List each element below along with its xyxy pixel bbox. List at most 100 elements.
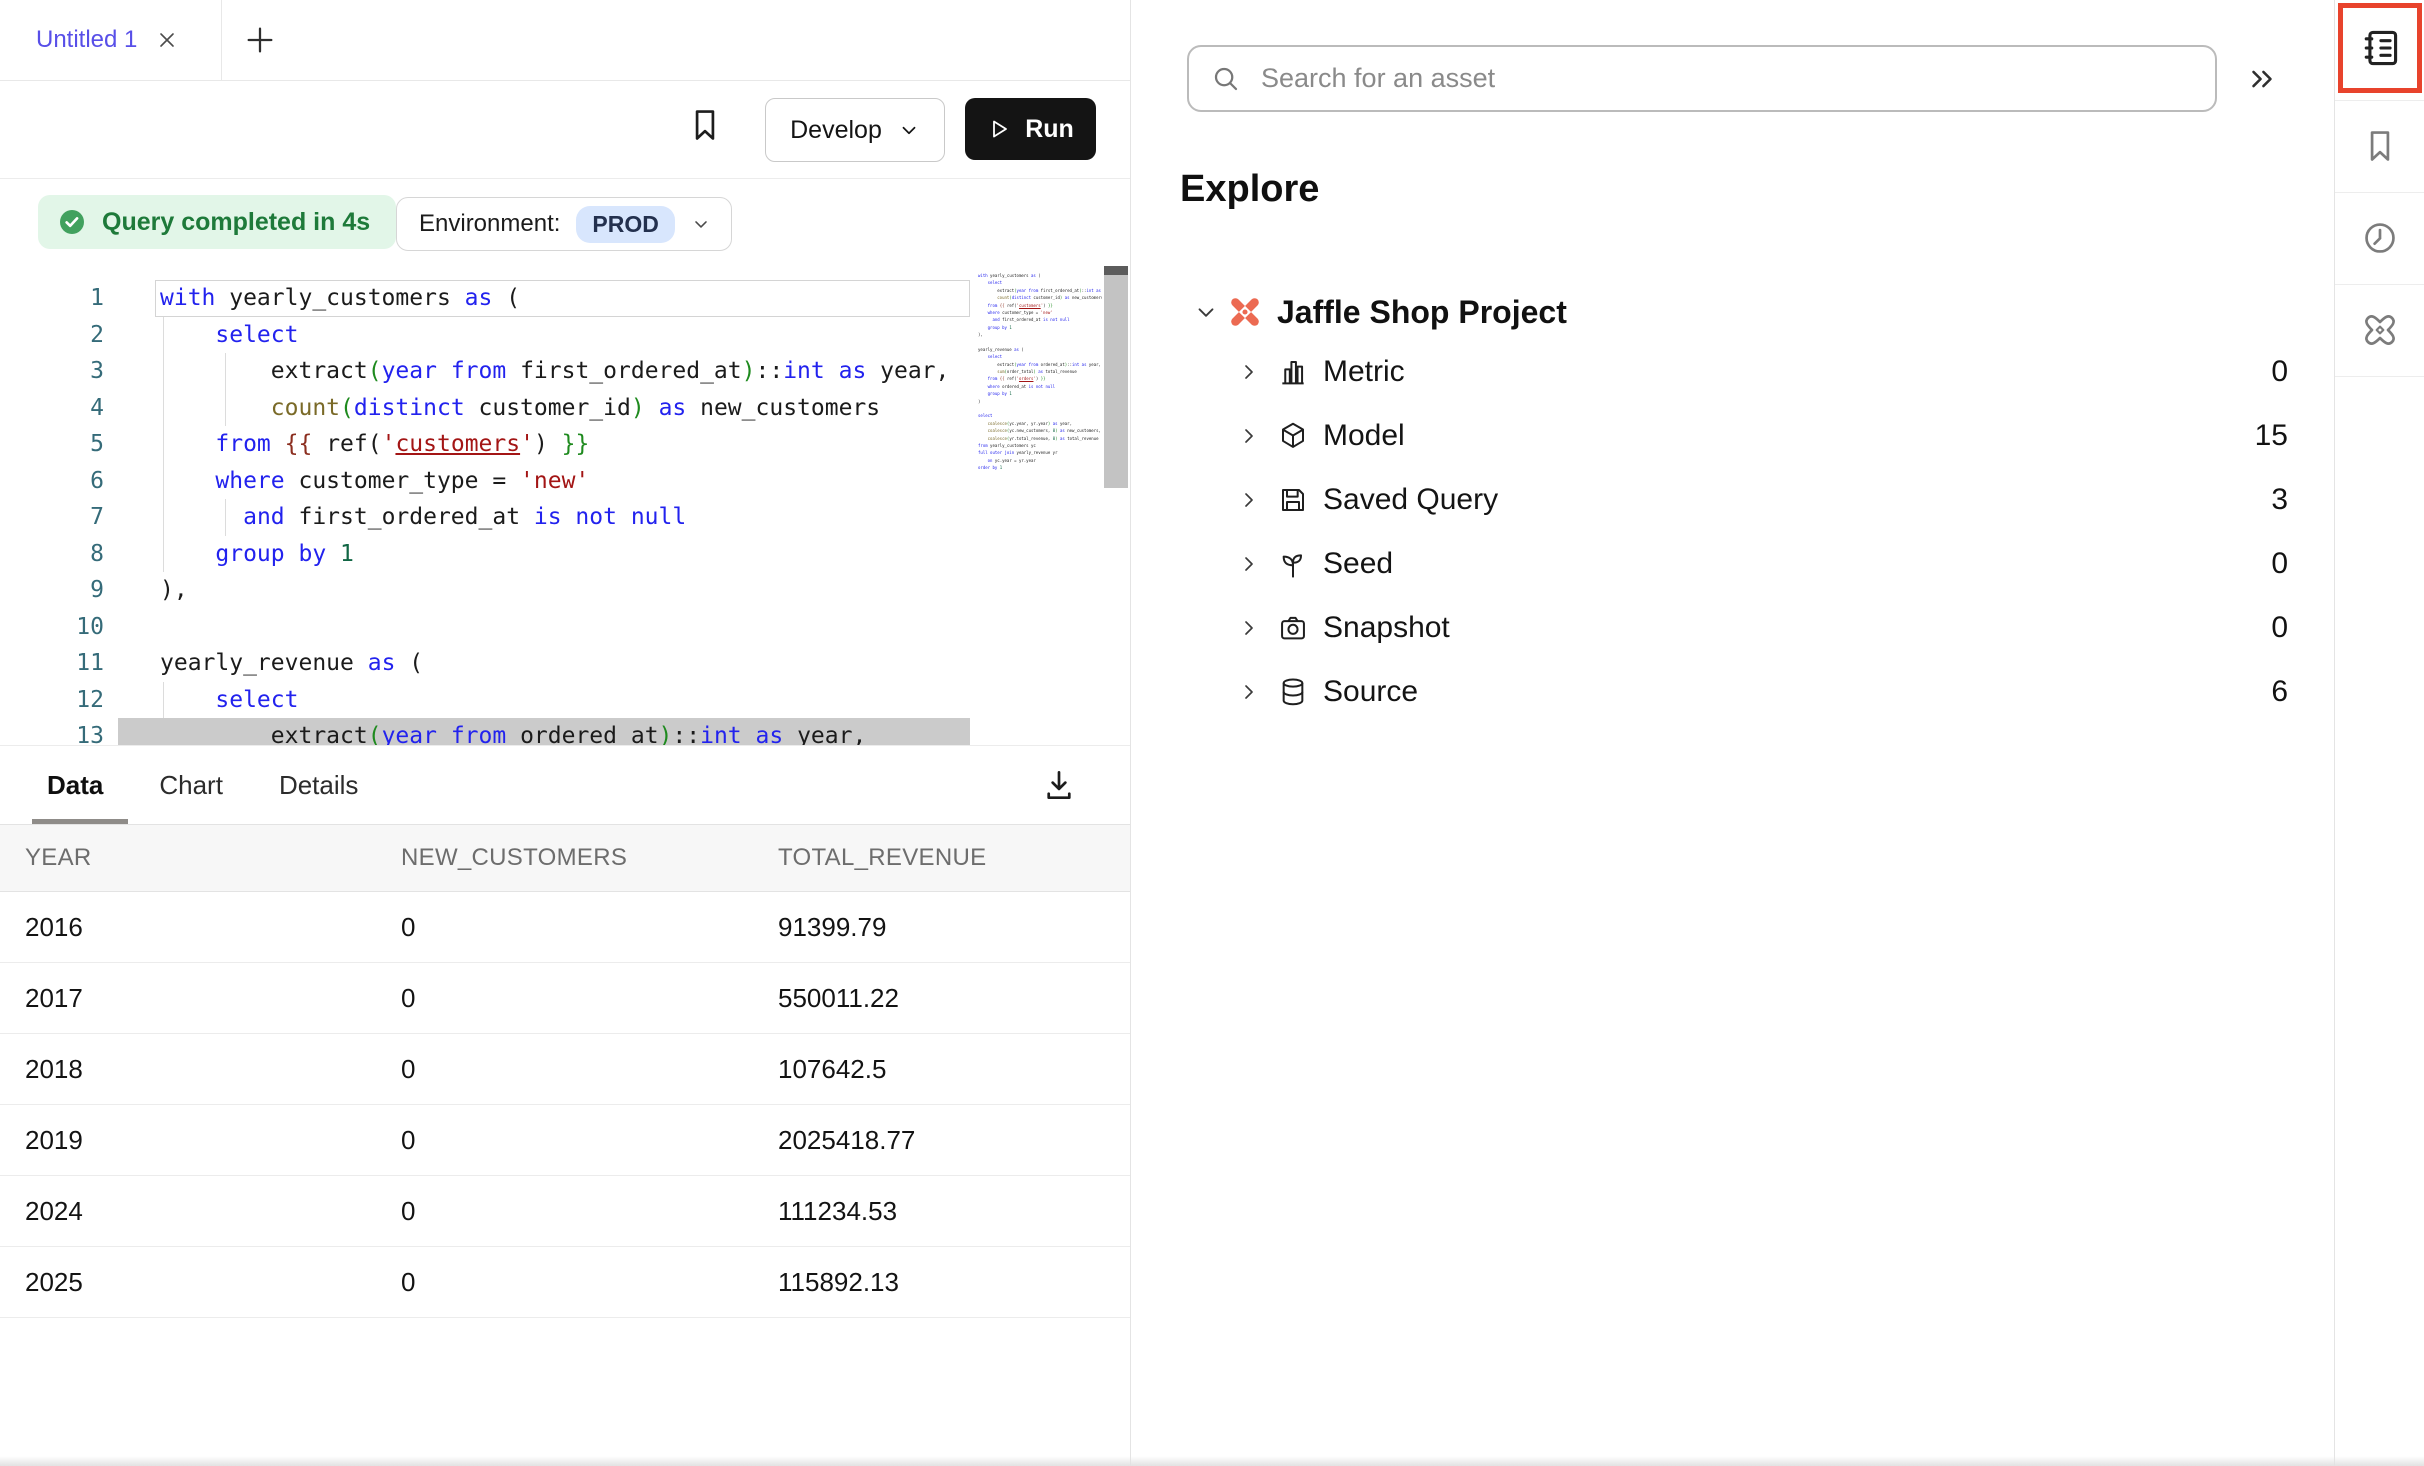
line-number: 2 [0,317,104,354]
rail-bookmarks-button[interactable] [2335,100,2424,192]
column-header: TOTAL_REVENUE [778,825,986,891]
code-line[interactable]: with yearly_customers as ( [155,280,970,317]
code-line[interactable]: select [118,682,970,719]
editor-scrollbar-top[interactable] [1104,266,1128,275]
history-clock-icon [2361,219,2399,257]
environment-selector[interactable]: Environment: PROD [396,197,732,251]
rail-catalog-button[interactable] [2338,3,2422,93]
search-input[interactable] [1259,62,2193,95]
tree-item-metric[interactable]: Metric0 [1131,340,2334,404]
sql-code-editor[interactable]: 12345678910111213 with yearly_customers … [0,266,1130,745]
tab-untitled-1[interactable]: Untitled 1 [0,0,222,80]
tab-data[interactable]: Data [47,770,103,801]
tree-item-saved-query[interactable]: Saved Query 3 [1131,468,2334,532]
code-line[interactable]: extract(year from ordered_at)::int as ye… [118,718,970,745]
line-number: 12 [0,682,104,719]
results-table-body: 2016091399.7920170550011.222018 0 107642.5… [0,892,1130,1318]
table-cell: 0 [401,963,415,1033]
bookmark-icon[interactable] [686,106,724,144]
table-row[interactable]: 20170550011.22 [0,963,1130,1034]
chevron-down-icon [691,214,711,234]
rail-divider [2335,376,2424,377]
dbt-logo-icon [1227,294,1263,330]
tree-item-source[interactable]: Source 6 [1131,660,2334,724]
tree-item-label: Snapshot [1323,611,1450,645]
tree-item-snapshot[interactable]: Snapshot 0 [1131,596,2334,660]
code-line[interactable] [118,609,970,646]
code-line[interactable]: extract(year from first_ordered_at)::int… [118,353,970,390]
rail-history-button[interactable] [2335,192,2424,284]
chevron-right-icon[interactable] [1237,552,1261,576]
editor-panel: Untitled 1 Develop [0,0,1131,1466]
results-table-header: YEARNEW_CUSTOMERSTOTAL_REVENUE [0,824,1130,892]
close-tab-icon[interactable] [155,28,179,52]
tree-item-project[interactable]: Jaffle Shop Project [1131,284,2334,340]
table-row[interactable]: 2016091399.79 [0,892,1130,963]
code-line[interactable]: group by 1 [118,536,970,573]
table-row[interactable]: 2019 0 2025418.77 [0,1105,1130,1176]
collapse-panel-icon[interactable] [2245,62,2279,96]
table-cell: 115892.13 [778,1247,899,1317]
tab-details[interactable]: Details [279,770,358,801]
table-row[interactable]: 2018 0 107642.5 [0,1034,1130,1105]
tab-chart[interactable]: Chart [159,770,223,801]
run-label: Run [1025,115,1074,144]
catalog-notebook-icon [2358,26,2402,70]
table-cell: 107642.5 [778,1034,886,1104]
seed-icon [1277,548,1309,580]
tree-item-count: 0 [2271,611,2288,645]
chevron-right-icon[interactable] [1237,424,1261,448]
chevron-right-icon[interactable] [1237,616,1261,640]
editor-minimap[interactable]: with yearly_customers as ( select extrac… [978,272,1102,738]
chevron-right-icon[interactable] [1237,680,1261,704]
asset-search-box[interactable] [1187,45,2217,112]
code-line[interactable]: count(distinct customer_id) as new_custo… [118,390,970,427]
code-line[interactable]: where customer_type = 'new' [118,463,970,500]
tree-item-label: Source [1323,675,1418,709]
dbt-outline-icon [2360,310,2400,350]
table-cell: 2018 [25,1034,83,1104]
table-cell: 0 [401,1105,415,1175]
table-cell: 2019 [25,1105,83,1175]
code-line[interactable]: and first_ordered_at is not null [118,499,970,536]
table-cell: 0 [401,1176,415,1246]
run-button[interactable]: Run [965,98,1096,160]
tree-item-model[interactable]: Model15 [1131,404,2334,468]
table-row[interactable]: 20250115892.13 [0,1247,1130,1318]
develop-label: Develop [790,116,882,145]
line-number: 1 [0,280,104,317]
table-cell: 2025418.77 [778,1105,915,1175]
editor-toolbar: Develop Run [0,80,1130,179]
tree-item-count: 6 [2271,675,2288,709]
column-header: YEAR [25,825,92,891]
table-cell: 111234.53 [778,1176,897,1246]
code-line[interactable]: yearly_revenue as ( [118,645,970,682]
new-tab-button[interactable] [222,0,298,80]
table-row[interactable]: 20240111234.53 [0,1176,1130,1247]
table-cell: 0 [401,1034,415,1104]
code-text: with yearly_customers as ( select extrac… [118,280,970,745]
tree-item-count: 15 [2255,419,2288,453]
line-number: 9 [0,572,104,609]
environment-label: Environment: [419,210,560,238]
chevron-right-icon[interactable] [1237,360,1261,384]
play-icon [987,117,1011,141]
snapshot-icon [1277,612,1309,644]
rail-dbt-button[interactable] [2335,284,2424,376]
line-number: 4 [0,390,104,427]
tree-item-label: Saved Query [1323,483,1498,517]
code-line[interactable]: ), [118,572,970,609]
tree-item-count: 3 [2271,483,2288,517]
tree-item-seed[interactable]: Seed0 [1131,532,2334,596]
code-line[interactable]: select [118,317,970,354]
code-line[interactable]: from {{ ref('customers') }} [118,426,970,463]
saved-query-icon [1277,484,1309,516]
download-icon[interactable] [1040,766,1078,804]
chevron-right-icon[interactable] [1237,488,1261,512]
line-number: 13 [0,718,104,745]
explore-heading: Explore [1180,168,1319,211]
chevron-down-icon[interactable] [1193,299,1219,325]
query-status-text: Query completed in 4s [102,208,370,237]
editor-scrollbar-thumb[interactable] [1104,275,1128,488]
develop-dropdown-button[interactable]: Develop [765,98,945,162]
